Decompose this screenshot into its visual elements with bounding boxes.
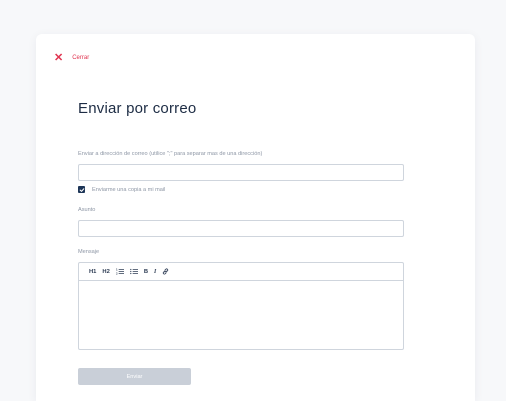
copy-checkbox[interactable] <box>78 186 85 193</box>
svg-text:2: 2 <box>116 272 118 275</box>
italic-button[interactable]: I <box>154 269 156 275</box>
close-label[interactable]: Cerrar <box>72 55 89 61</box>
editor-toolbar: H1 H2 1 2 B I <box>79 263 403 281</box>
svg-text:1: 1 <box>116 268 118 271</box>
close-button[interactable]: ✕ Cerrar <box>54 53 89 64</box>
message-textarea[interactable] <box>79 281 403 350</box>
message-editor: H1 H2 1 2 B I <box>78 262 404 350</box>
link-icon[interactable] <box>162 268 169 275</box>
ordered-list-icon[interactable]: 1 2 <box>116 268 124 275</box>
check-icon <box>79 187 84 192</box>
heading-1-button[interactable]: H1 <box>89 269 96 275</box>
subject-label: Asunto <box>78 207 96 213</box>
copy-checkbox-label[interactable]: Enviarme una copia a mi mail <box>92 187 165 193</box>
page-title: Enviar por correo <box>78 100 197 117</box>
bullet-list-icon[interactable] <box>130 268 138 275</box>
close-icon[interactable]: ✕ <box>54 53 63 64</box>
message-label: Mensaje <box>78 249 100 255</box>
bold-button[interactable]: B <box>144 269 148 275</box>
send-button[interactable]: Enviar <box>78 368 191 385</box>
email-field[interactable] <box>78 164 404 181</box>
heading-2-button[interactable]: H2 <box>102 269 109 275</box>
email-label: Enviar a dirección de correo (utilice ";… <box>78 151 263 157</box>
subject-field[interactable] <box>78 220 404 237</box>
copy-checkbox-row[interactable]: Enviarme una copia a mi mail <box>78 186 165 193</box>
